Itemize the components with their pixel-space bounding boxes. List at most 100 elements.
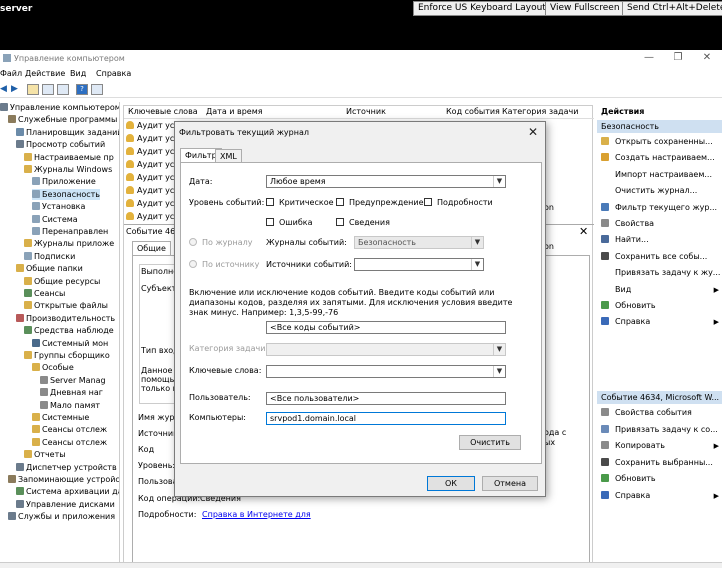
action-item[interactable]: Создать настраиваем...: [601, 150, 715, 166]
action-item[interactable]: Обновить: [601, 471, 656, 487]
properties-icon[interactable]: [91, 84, 103, 95]
detail-tab-general[interactable]: Общие: [132, 241, 171, 255]
tree-item[interactable]: Планировщик заданий: [16, 127, 119, 138]
tree-item[interactable]: Подписки: [24, 251, 75, 262]
enforce-keyboard-button[interactable]: Enforce US Keyboard Layout: [413, 1, 551, 16]
action-item[interactable]: Привязать задачу к со...: [601, 422, 718, 438]
action-item[interactable]: Фильтр текущего жур...: [601, 200, 717, 216]
export-list-icon[interactable]: [57, 84, 69, 95]
menu-view[interactable]: Вид: [70, 69, 86, 78]
action-item[interactable]: Открыть сохраненны...: [601, 134, 713, 150]
tree-item[interactable]: Приложение: [32, 176, 96, 187]
critical-checkbox[interactable]: [266, 198, 274, 206]
tree-item[interactable]: Мало памят: [40, 400, 100, 411]
tree-item[interactable]: Безопасность: [32, 188, 100, 200]
view-fullscreen-button[interactable]: View Fullscreen: [545, 1, 625, 16]
computers-input[interactable]: srvpod1.domain.local: [266, 412, 506, 425]
col-source[interactable]: Источник: [346, 107, 386, 116]
online-help-link[interactable]: Справка в Интернете для: [202, 510, 311, 519]
tree-item[interactable]: Запоминающие устройст: [8, 474, 119, 485]
action-item[interactable]: Найти...: [601, 232, 649, 248]
tree-item[interactable]: Особые: [32, 362, 74, 373]
tree-item[interactable]: Журналы Windows: [24, 164, 112, 175]
table-row[interactable]: Аудит усп: [126, 120, 180, 132]
table-row[interactable]: Аудит усп: [126, 172, 180, 184]
help-icon[interactable]: ?: [76, 84, 88, 95]
send-ctrl-alt-del-button[interactable]: Send Ctrl+Alt+Delete: [622, 1, 722, 16]
tree-item[interactable]: Отчеты: [24, 449, 66, 460]
error-checkbox[interactable]: [266, 218, 274, 226]
tree-item[interactable]: Управление компьютером (л: [0, 102, 119, 113]
tree-item[interactable]: Диспетчер устройств: [16, 462, 117, 473]
verbose-checkbox[interactable]: [424, 198, 432, 206]
detail-close-icon[interactable]: ✕: [579, 225, 588, 238]
tree-item[interactable]: Системные: [32, 412, 89, 423]
action-item[interactable]: Вид: [601, 282, 631, 298]
actions-section-event[interactable]: Событие 4634, Microsoft W...: [597, 391, 722, 404]
col-datetime[interactable]: Дата и время: [206, 107, 263, 116]
event-codes-input[interactable]: <Все коды событий>: [266, 321, 506, 334]
tree-item[interactable]: Перенаправлен: [32, 226, 108, 237]
event-sources-select[interactable]: ▼: [354, 258, 484, 271]
close-button[interactable]: ✕: [698, 52, 716, 63]
action-item[interactable]: Обновить: [601, 298, 656, 314]
ok-button[interactable]: ОК: [427, 476, 475, 491]
action-item[interactable]: Свойства: [601, 216, 654, 232]
table-row[interactable]: Аудит усп: [126, 133, 180, 145]
action-item[interactable]: Справка: [601, 314, 650, 330]
user-input[interactable]: <Все пользователи>: [266, 392, 506, 405]
tree-item[interactable]: Общие папки: [16, 263, 83, 274]
action-item[interactable]: Привязать задачу к жу...: [601, 265, 720, 281]
action-item[interactable]: Сохранить все собы...: [601, 249, 707, 265]
tree-item[interactable]: Сеансы: [24, 288, 65, 299]
by-source-radio[interactable]: [189, 260, 197, 268]
folder-icon[interactable]: [27, 84, 39, 95]
tree-item[interactable]: Система архивации да: [16, 486, 119, 497]
table-row[interactable]: Аудит усп: [126, 198, 180, 210]
tree-item[interactable]: Общие ресурсы: [24, 276, 100, 287]
tree-item[interactable]: Служебные программы: [8, 114, 117, 125]
task-category-select[interactable]: ▼: [266, 343, 506, 356]
tree-item[interactable]: Установка: [32, 201, 85, 212]
clear-button[interactable]: Очистить: [459, 435, 521, 450]
minimize-button[interactable]: —: [640, 52, 658, 63]
tree-item[interactable]: Сеансы отслеж: [32, 437, 107, 448]
information-checkbox[interactable]: [336, 218, 344, 226]
action-item[interactable]: Сохранить выбранны...: [601, 455, 713, 471]
table-row[interactable]: Аудит усп: [126, 211, 180, 223]
table-row[interactable]: Аудит усп: [126, 185, 180, 197]
tree-item[interactable]: Группы сборщико: [24, 350, 110, 361]
tree-item[interactable]: Сеансы отслеж: [32, 424, 107, 435]
warning-checkbox[interactable]: [336, 198, 344, 206]
tree-item[interactable]: Управление дисками: [16, 499, 115, 510]
actions-section-security[interactable]: Безопасность: [597, 120, 722, 133]
date-select[interactable]: Любое время ▼: [266, 175, 506, 188]
action-item[interactable]: Очистить журнал...: [601, 183, 697, 199]
maximize-button[interactable]: ❐: [669, 52, 687, 63]
col-keywords[interactable]: Ключевые слова: [128, 107, 198, 116]
tree-item[interactable]: Службы и приложения: [8, 511, 115, 522]
forward-icon[interactable]: ▶: [11, 84, 18, 94]
dialog-close-icon[interactable]: ✕: [528, 125, 538, 139]
keywords-select[interactable]: ▼: [266, 365, 506, 378]
tree-item[interactable]: Журналы приложе: [24, 238, 114, 249]
action-item[interactable]: Свойства события: [601, 405, 692, 421]
cancel-button[interactable]: Отмена: [482, 476, 538, 491]
tree-item[interactable]: Средства наблюде: [24, 325, 114, 336]
action-item[interactable]: Справка: [601, 488, 650, 504]
tree-item[interactable]: Система: [32, 214, 78, 225]
menu-file[interactable]: Файл: [0, 69, 22, 78]
console-tree-icon[interactable]: [42, 84, 54, 95]
table-row[interactable]: Аудит усп: [126, 146, 180, 158]
tree-item[interactable]: Открытые файлы: [24, 300, 108, 311]
table-row[interactable]: Аудит усп: [126, 159, 180, 171]
by-log-radio[interactable]: [189, 238, 197, 246]
action-item[interactable]: Копировать: [601, 438, 665, 454]
event-logs-select[interactable]: Безопасность ▼: [354, 236, 484, 249]
tree-item[interactable]: Настраиваемые пр: [24, 152, 114, 163]
tree-item[interactable]: Производительность: [16, 313, 115, 324]
col-task-category[interactable]: Категория задачи: [502, 107, 578, 116]
action-item[interactable]: Импорт настраиваем...: [601, 167, 712, 183]
tree-item[interactable]: Дневная наг: [40, 387, 103, 398]
tab-xml[interactable]: XML: [215, 149, 242, 163]
